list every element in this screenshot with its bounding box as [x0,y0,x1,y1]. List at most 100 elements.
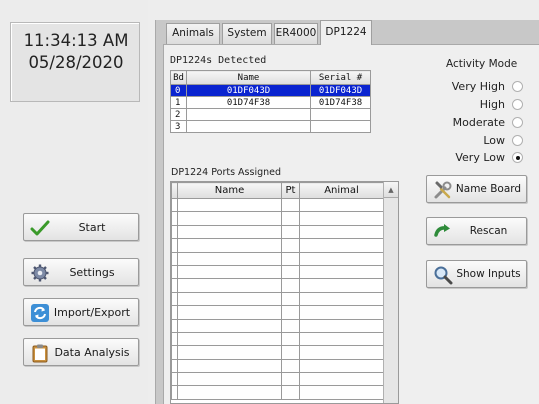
cell-name [177,211,282,226]
scroll-up-arrow-icon[interactable]: ▲ [384,182,398,198]
settings-button-label: Settings [69,266,115,279]
cell-name [177,251,282,266]
cell-serial [310,108,371,121]
radio-moderate[interactable]: Moderate [453,114,523,130]
cell-pt [281,238,300,253]
cell-pt [281,251,300,266]
cell-name [186,108,311,121]
table-row[interactable] [171,345,384,360]
cell-pt [281,372,300,387]
table-row[interactable]: 0 01DF043D 01DF043D [170,84,371,97]
cell-pt [281,331,300,347]
cell-pt [281,345,300,360]
clipboard-icon [32,344,48,363]
tools-icon [434,181,452,199]
cell-animal [299,331,384,347]
tab-animals[interactable]: Animals [166,23,220,44]
table-row[interactable] [171,264,384,280]
cell-pt [281,211,300,226]
table-row[interactable] [171,197,384,213]
cell-name [177,385,282,400]
radio-button-selected[interactable] [512,151,523,163]
cell-name: 01DF043D [186,84,311,97]
radio-high[interactable]: High [480,96,523,112]
cell-bd: 2 [170,108,187,121]
table-row[interactable] [171,238,384,253]
tab-er4000[interactable]: ER4000 [274,23,318,44]
cell-name [177,305,282,320]
cell-name [177,224,282,240]
clock-date: 05/28/2020 [28,53,124,72]
cell-name [177,358,282,374]
cell-name [177,197,282,213]
table-row[interactable] [171,278,384,293]
cell-name [177,278,282,293]
table-row[interactable]: 3 [170,120,371,133]
radio-button[interactable] [512,80,523,92]
magnifier-icon [434,266,453,285]
radio-button[interactable] [512,98,523,110]
cell-bd: 0 [170,84,187,97]
start-button[interactable]: Start [23,213,139,241]
radio-label: High [479,97,505,111]
cell-serial: 01D74F38 [310,96,371,109]
cell-animal [299,385,384,400]
cell-animal [299,197,384,213]
cell-animal [299,305,384,320]
column-header-pt[interactable]: Pt [281,182,300,199]
table-row[interactable] [171,318,384,333]
cell-name: 01D74F38 [186,96,311,109]
cell-animal [299,211,384,226]
column-header-name[interactable]: Name [177,182,282,199]
activity-mode-title: Activity Mode [446,58,518,70]
name-board-button[interactable]: Name Board [426,175,527,203]
cell-pt [281,224,300,240]
vertical-scrollbar[interactable]: ▲ [383,182,398,403]
table-row[interactable]: 2 [170,108,371,121]
table-row[interactable]: 1 01D74F38 01D74F38 [170,96,371,109]
radio-button[interactable] [512,116,523,128]
tab-system[interactable]: System [222,23,272,44]
import-export-button-label: Import/Export [53,306,131,319]
table-row[interactable] [171,385,384,400]
show-inputs-button[interactable]: Show Inputs [426,260,527,288]
ports-title: DP1224 Ports Assigned [171,167,282,178]
tab-dp1224[interactable]: DP1224 [320,20,372,45]
column-header-serial[interactable]: Serial # [310,70,371,85]
cell-pt [281,305,300,320]
table-row[interactable] [171,358,384,374]
rescan-button[interactable]: Rescan [426,217,527,245]
import-export-button[interactable]: Import/Export [23,298,139,326]
table-row[interactable] [171,211,384,226]
cell-serial: 01DF043D [310,84,371,97]
column-header-name[interactable]: Name [186,70,311,85]
cell-bd: 3 [170,120,187,133]
table-row[interactable] [171,251,384,266]
table-header-row: Name Pt Animal [171,182,384,199]
column-header-animal[interactable]: Animal [299,182,384,199]
arrow-right-icon [434,224,450,237]
name-board-button-label: Name Board [455,183,522,195]
column-header-bd[interactable]: Bd [170,70,187,85]
ports-table-body [171,197,384,400]
radio-low[interactable]: Low [483,132,523,148]
radio-very-low[interactable]: Very Low [455,149,523,165]
settings-button[interactable]: Settings [23,258,139,286]
data-analysis-button[interactable]: Data Analysis [23,338,139,366]
cell-name [177,238,282,253]
clock-display: 11:34:13 AM 05/28/2020 [10,22,140,102]
table-row[interactable] [171,224,384,240]
radio-button[interactable] [512,134,523,146]
radio-very-high[interactable]: Very High [452,78,523,94]
cell-pt [281,318,300,333]
cell-animal [299,278,384,293]
rescan-button-label: Rescan [469,225,508,237]
radio-label: Low [483,133,505,147]
cell-animal [299,291,384,307]
table-row[interactable] [171,372,384,387]
table-row[interactable] [171,331,384,347]
cell-name [177,372,282,387]
table-row[interactable] [171,291,384,307]
clock-time: 11:34:13 AM [23,31,129,50]
table-row[interactable] [171,305,384,320]
